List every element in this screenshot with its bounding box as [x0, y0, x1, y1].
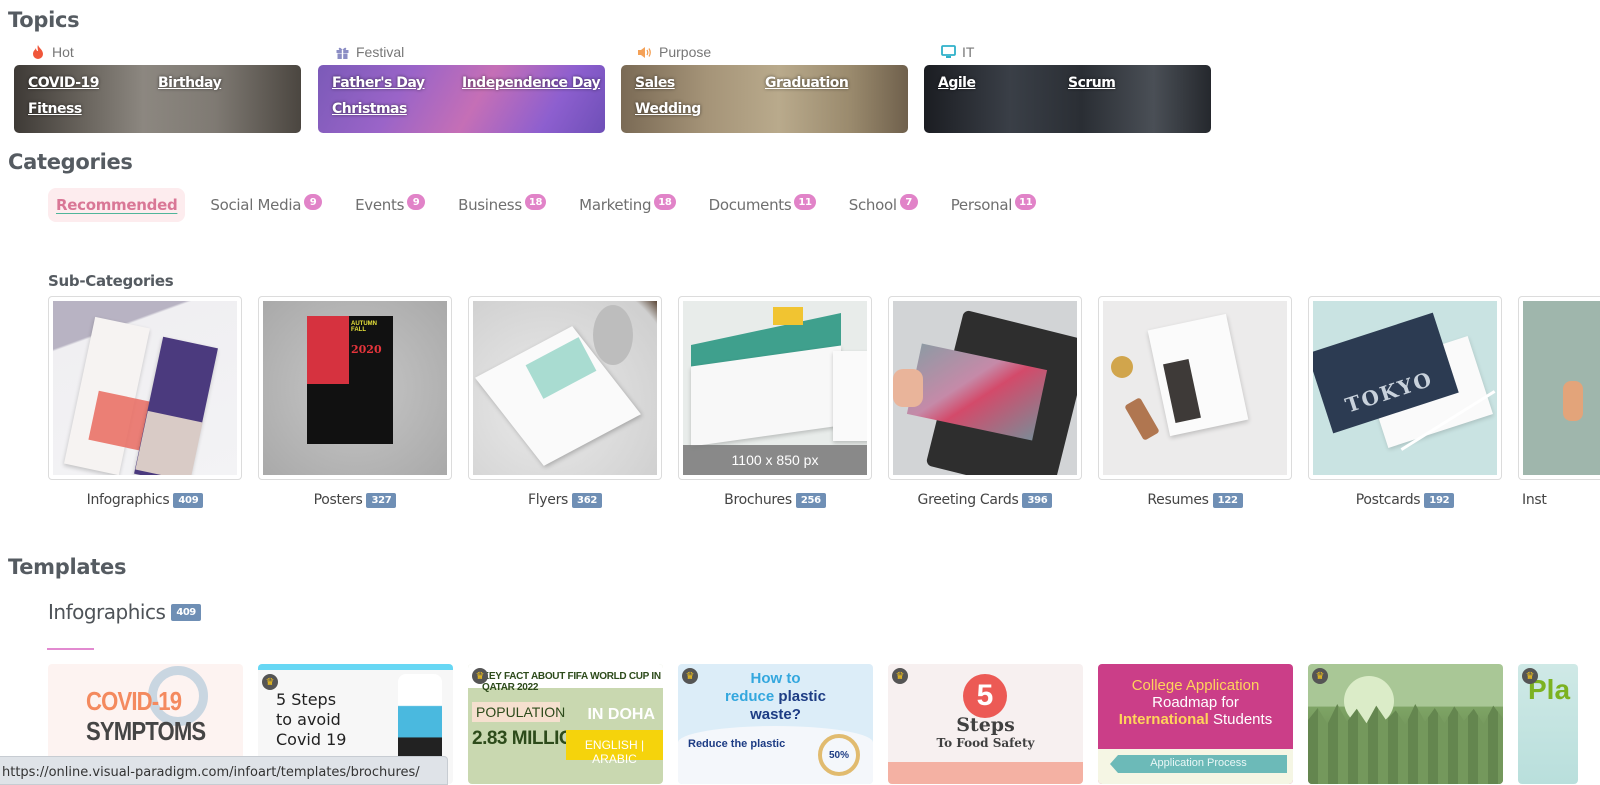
monitor-icon [940, 44, 956, 60]
subcategory-thumbnail: 1100 x 850 px [683, 301, 867, 475]
topic-link-fitness[interactable]: Fitness [28, 101, 158, 127]
subcategories-heading: Sub-Categories [48, 272, 174, 290]
count-badge: 11 [794, 194, 816, 210]
topic-link-scrum[interactable]: Scrum [1068, 75, 1197, 101]
topic-card-purpose: Sales Graduation Wedding [621, 65, 908, 133]
count-badge: 256 [795, 493, 826, 508]
subcategory-infographics[interactable]: Infographics 409 [48, 296, 242, 508]
topic-group-hot: Hot COVID-19 Birthday Fitness [14, 42, 301, 133]
subcategory-thumbnail [53, 301, 237, 475]
subcategory-label: Infographics [86, 492, 170, 508]
crown-icon: ♛ [682, 668, 698, 684]
topic-link-fathers-day[interactable]: Father's Day [332, 75, 462, 101]
subcategory-thumbnail [473, 301, 657, 475]
topic-group-it: IT Agile Scrum [924, 42, 1211, 133]
doctor-illustration [398, 674, 442, 764]
gift-icon [334, 44, 350, 60]
tab-marketing[interactable]: Marketing 18 [571, 188, 683, 222]
size-overlay: 1100 x 850 px [683, 445, 867, 475]
template-card-plan[interactable]: ♛ Pla [1518, 664, 1578, 784]
subcategory-label: Flyers [527, 492, 569, 508]
template-card-reduce-plastic[interactable]: ♛ How to reduce plastic waste? Reduce th… [678, 664, 873, 784]
count-badge: 9 [407, 194, 426, 210]
megaphone-icon [637, 44, 653, 60]
subcategory-posters[interactable]: AUTUMN FALL 2020 Posters 327 [258, 296, 452, 508]
tab-social-media[interactable]: Social Media 9 [202, 188, 330, 222]
tab-recommended[interactable]: Recommended [48, 188, 186, 222]
subcategory-brochures[interactable]: 1100 x 850 px Brochures 256 [678, 296, 872, 508]
count-badge: 409 [173, 493, 204, 508]
count-badge: 122 [1212, 493, 1243, 508]
template-card-forest[interactable]: ♛ [1308, 664, 1503, 784]
topic-link-birthday[interactable]: Birthday [158, 75, 287, 101]
topic-card-hot: COVID-19 Birthday Fitness [14, 65, 301, 133]
template-card-fifa-world-cup[interactable]: ♛ KEY FACT ABOUT FIFA WORLD CUP IN QATAR… [468, 664, 663, 784]
subcategory-thumbnail [1103, 301, 1287, 475]
topic-card-it: Agile Scrum [924, 65, 1211, 133]
crown-icon: ♛ [262, 674, 278, 690]
topics-heading: Topics [8, 8, 80, 32]
topic-group-purpose: Purpose Sales Graduation Wedding [621, 42, 908, 133]
browser-status-bar: https://online.visual-paradigm.com/infoa… [0, 756, 448, 785]
count-badge: 11 [1015, 194, 1037, 210]
count-badge: 327 [366, 493, 397, 508]
subcategory-label: Posters [313, 492, 363, 508]
topic-link-christmas[interactable]: Christmas [332, 101, 462, 127]
subcategory-resumes[interactable]: Resumes 122 [1098, 296, 1292, 508]
topic-label: Festival [356, 44, 405, 60]
crown-icon: ♛ [1522, 668, 1538, 684]
topic-label: Purpose [659, 44, 712, 60]
categories-heading: Categories [8, 150, 133, 174]
subcategory-label: Greeting Cards [917, 492, 1019, 508]
count-badge: 396 [1022, 493, 1053, 508]
subcategory-thumbnail: AUTUMN FALL 2020 [263, 301, 447, 475]
template-card-college-application[interactable]: College Application Roadmap for Internat… [1098, 664, 1293, 784]
tab-personal[interactable]: Personal 11 [943, 188, 1045, 222]
count-badge: 18 [654, 194, 676, 210]
templates-heading: Templates [8, 555, 127, 579]
count-badge: 409 [171, 603, 201, 621]
topic-group-festival: Festival Father's Day Independence Day C… [318, 42, 605, 133]
subcategory-label: Resumes [1147, 492, 1209, 508]
subsection-underline [47, 648, 94, 650]
tab-documents[interactable]: Documents 11 [701, 188, 824, 222]
subcategory-thumbnail [1523, 301, 1600, 475]
topic-link-covid-19[interactable]: COVID-19 [28, 75, 158, 101]
subcategory-label: Brochures [724, 492, 792, 508]
subcategory-list: Infographics 409 AUTUMN FALL 2020 Posters… [48, 296, 1600, 508]
template-card-food-safety[interactable]: ♛ 5 Steps To Food Safety [888, 664, 1083, 784]
crown-icon: ♛ [892, 668, 908, 684]
count-badge: 7 [899, 194, 918, 210]
tab-business[interactable]: Business 18 [450, 188, 554, 222]
topic-link-wedding[interactable]: Wedding [635, 101, 765, 127]
crown-icon: ♛ [472, 668, 488, 684]
fire-icon [30, 44, 46, 60]
tab-school[interactable]: School 7 [841, 188, 926, 222]
subcategory-thumbnail [893, 301, 1077, 475]
topic-link-agile[interactable]: Agile [938, 75, 1068, 101]
topic-link-sales[interactable]: Sales [635, 75, 765, 101]
subcategory-postcards[interactable]: TOKYO Postcards 192 [1308, 296, 1502, 508]
count-badge: 362 [572, 493, 603, 508]
subcategory-flyers[interactable]: Flyers 362 [468, 296, 662, 508]
topic-card-festival: Father's Day Independence Day Christmas [318, 65, 605, 133]
crown-icon: ♛ [1312, 668, 1328, 684]
topic-label: Hot [52, 44, 74, 60]
count-badge: 9 [304, 194, 323, 210]
subcategory-greeting-cards[interactable]: Greeting Cards 396 [888, 296, 1082, 508]
topic-link-graduation[interactable]: Graduation [765, 75, 894, 101]
tab-events[interactable]: Events 9 [347, 188, 433, 222]
category-tabs: Recommended Social Media 9 Events 9 Busine… [48, 188, 1061, 222]
subcategory-thumbnail: TOKYO [1313, 301, 1497, 475]
subcategory-label: Inst [1522, 492, 1547, 508]
subcategory-label: Postcards [1355, 492, 1421, 508]
count-badge: 18 [524, 194, 547, 210]
count-badge: 192 [1424, 493, 1455, 508]
templates-subsection-title: Infographics 409 [48, 600, 201, 624]
topic-label: IT [962, 44, 975, 60]
topic-link-independence-day[interactable]: Independence Day [462, 75, 601, 101]
subcategory-instagram[interactable]: Inst [1518, 296, 1600, 508]
